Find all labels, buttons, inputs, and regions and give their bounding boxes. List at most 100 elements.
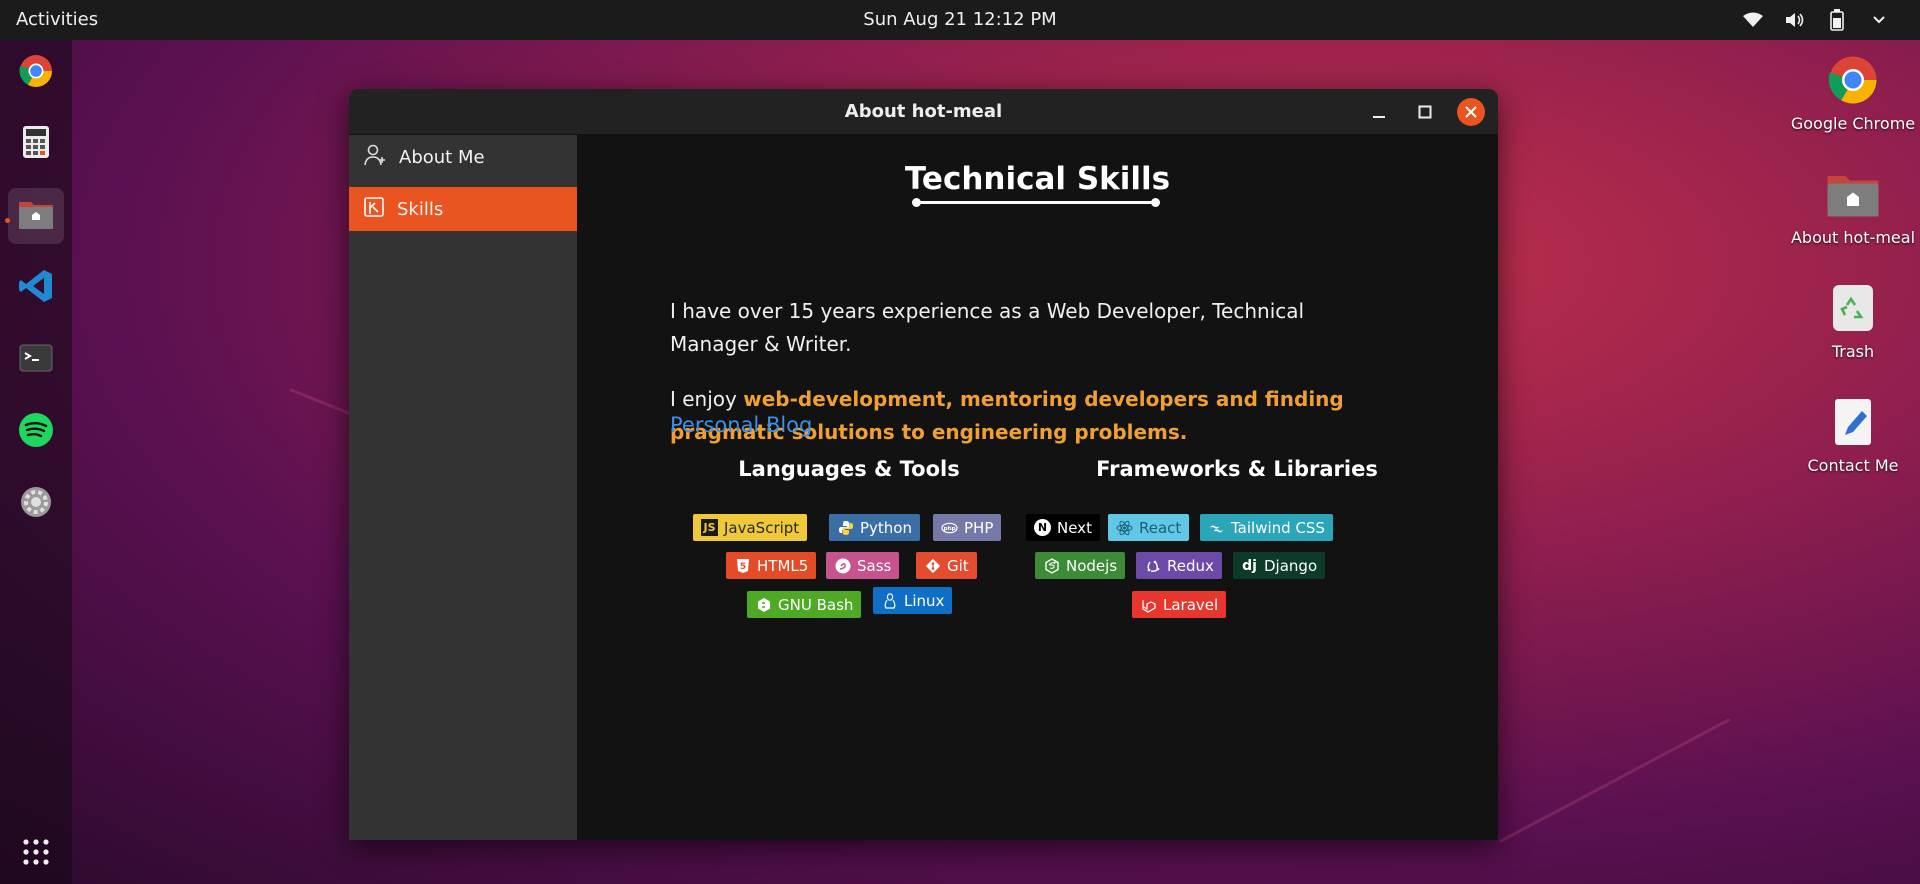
badge-label: Tailwind CSS xyxy=(1231,518,1325,537)
volume-icon[interactable] xyxy=(1784,9,1806,31)
user-add-icon xyxy=(363,144,387,171)
maximize-button[interactable] xyxy=(1411,98,1439,126)
badge-label: Laravel xyxy=(1163,595,1219,614)
badge-label: React xyxy=(1139,518,1182,537)
wallpaper-line xyxy=(1499,718,1731,843)
title-underline xyxy=(912,198,1160,207)
chrome-icon xyxy=(19,54,53,92)
php-icon: php xyxy=(941,519,958,536)
battery-icon[interactable] xyxy=(1826,9,1848,31)
settings-icon xyxy=(19,485,53,523)
bash-icon xyxy=(755,596,772,613)
close-button[interactable] xyxy=(1457,98,1485,126)
skills-icon xyxy=(363,196,385,223)
top-bar: Activities Sun Aug 21 12:12 PM xyxy=(0,0,1920,40)
dock xyxy=(0,40,72,884)
spotify-icon xyxy=(18,412,54,452)
personal-blog-link[interactable]: Personal Blog xyxy=(670,413,812,437)
desktop-icon-label: Contact Me xyxy=(1807,456,1899,475)
badge-react[interactable]: React xyxy=(1108,514,1190,541)
chrome-icon xyxy=(1825,52,1881,108)
badge-label: HTML5 xyxy=(757,556,809,575)
wifi-icon[interactable] xyxy=(1742,9,1764,31)
vscode-icon xyxy=(18,268,54,308)
badge-label: Next xyxy=(1057,518,1092,537)
clock[interactable]: Sun Aug 21 12:12 PM xyxy=(863,9,1056,30)
badge-javascript[interactable]: JS JavaScript xyxy=(693,514,808,541)
tailwind-icon xyxy=(1208,519,1225,536)
intro-text: I have over 15 years experience as a Web… xyxy=(670,299,1305,356)
sidebar-item-about-me[interactable]: About Me xyxy=(349,135,577,179)
badge-html5[interactable]: 5 HTML5 xyxy=(726,552,817,579)
badge-label: Linux xyxy=(904,591,945,610)
badge-label: Redux xyxy=(1167,556,1214,575)
badge-django[interactable]: dj Django xyxy=(1233,552,1326,579)
minimize-button[interactable] xyxy=(1365,98,1393,126)
text-editor-icon xyxy=(1825,394,1881,450)
svg-text:php: php xyxy=(943,526,955,532)
files-icon xyxy=(18,198,54,234)
badge-python[interactable]: Python xyxy=(829,514,920,541)
terminal-icon xyxy=(19,344,53,376)
badge-label: PHP xyxy=(964,518,994,537)
badge-linux[interactable]: Linux xyxy=(873,587,953,614)
dock-spotify[interactable] xyxy=(8,404,64,460)
redux-icon xyxy=(1144,557,1161,574)
laravel-icon xyxy=(1140,596,1157,613)
django-icon: dj xyxy=(1242,557,1257,574)
nextjs-icon: N xyxy=(1034,519,1051,536)
calculator-icon xyxy=(22,125,50,163)
sidebar-item-label: About Me xyxy=(399,146,485,168)
html5-icon: 5 xyxy=(734,557,751,574)
badge-label: GNU Bash xyxy=(778,595,854,614)
about-window: About hot-meal About Me Skills Technical… xyxy=(349,89,1498,840)
svg-text:5: 5 xyxy=(739,562,745,572)
javascript-icon: JS xyxy=(701,519,718,536)
nodejs-icon xyxy=(1043,557,1060,574)
languages-heading: Languages & Tools xyxy=(738,457,960,481)
badge-tailwind[interactable]: Tailwind CSS xyxy=(1200,514,1333,541)
maximize-icon xyxy=(1418,105,1432,119)
badge-sass[interactable]: Sass xyxy=(826,552,900,579)
badge-nodejs[interactable]: Nodejs xyxy=(1035,552,1126,579)
dock-calculator[interactable] xyxy=(8,116,64,172)
window-titlebar[interactable]: About hot-meal xyxy=(349,89,1498,135)
chevron-down-icon[interactable] xyxy=(1868,9,1890,31)
home-folder-icon xyxy=(1825,166,1881,222)
desktop-icon-contact[interactable]: Contact Me xyxy=(1788,394,1918,475)
dock-vscode[interactable] xyxy=(8,260,64,316)
desktop-icon-about[interactable]: About hot-meal xyxy=(1788,166,1918,247)
badge-label: JavaScript xyxy=(724,518,800,537)
skills-content: Technical Skills I have over 15 years ex… xyxy=(577,135,1498,840)
badge-label: Django xyxy=(1264,556,1318,575)
activities-button[interactable]: Activities xyxy=(16,0,98,40)
git-icon xyxy=(924,557,941,574)
dock-files[interactable] xyxy=(8,188,64,244)
react-icon xyxy=(1116,519,1133,536)
page-title: Technical Skills xyxy=(904,161,1171,197)
desktop-icon-label: Google Chrome xyxy=(1790,114,1916,133)
dock-chrome[interactable] xyxy=(8,45,64,101)
badge-gnu-bash[interactable]: GNU Bash xyxy=(747,591,862,618)
sass-icon xyxy=(834,557,851,574)
badge-git[interactable]: Git xyxy=(916,552,977,579)
badge-label: Git xyxy=(947,556,969,575)
system-tray[interactable] xyxy=(1742,0,1890,40)
trash-icon xyxy=(1825,280,1881,336)
window-title: About hot-meal xyxy=(844,101,1003,122)
sidebar: About Me Skills xyxy=(349,135,577,840)
sidebar-item-skills[interactable]: Skills xyxy=(349,187,577,231)
badge-php[interactable]: php PHP xyxy=(933,514,1002,541)
badge-next[interactable]: N Next xyxy=(1026,514,1100,541)
dock-terminal[interactable] xyxy=(8,332,64,388)
desktop-icon-trash[interactable]: Trash xyxy=(1788,280,1918,361)
minimize-icon xyxy=(1373,116,1385,118)
dock-settings[interactable] xyxy=(8,476,64,532)
python-icon xyxy=(837,519,854,536)
desktop-icon-label: About hot-meal xyxy=(1790,228,1916,247)
desktop-icon-chrome[interactable]: Google Chrome xyxy=(1788,52,1918,133)
apps-grid-button[interactable] xyxy=(22,838,50,866)
badge-laravel[interactable]: Laravel xyxy=(1132,591,1227,618)
badge-redux[interactable]: Redux xyxy=(1136,552,1222,579)
apps-grid-icon xyxy=(23,839,49,865)
